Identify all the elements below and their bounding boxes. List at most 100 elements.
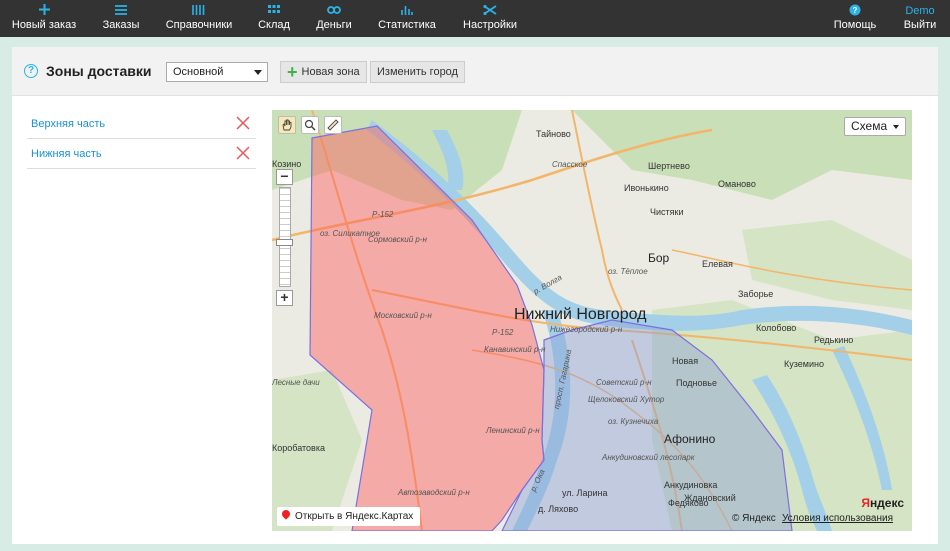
map-label-district: Канавинский р-н xyxy=(484,345,546,354)
help-icon[interactable]: ? xyxy=(24,64,38,78)
zone-link[interactable]: Нижняя часть xyxy=(31,148,102,160)
nav-money[interactable]: Деньги xyxy=(315,0,353,37)
zoom-slider[interactable] xyxy=(279,187,291,287)
map-label-road: Р-152 xyxy=(492,328,514,337)
map-label-place: Куземино xyxy=(784,359,824,369)
nav-label: Заказы xyxy=(102,19,140,31)
nav-settings[interactable]: Настройки xyxy=(462,0,518,37)
map-label-place: Спасское xyxy=(552,160,588,169)
map-label-place: Коробатовка xyxy=(272,443,325,453)
magnifier-icon xyxy=(304,119,316,131)
nav-label: Новый заказ xyxy=(11,19,77,31)
ruler-icon xyxy=(327,119,339,131)
map-label-place: Ивонькино xyxy=(624,183,669,193)
map-type-label: Схема xyxy=(851,119,888,133)
new-zone-label: Новая зона xyxy=(301,66,360,78)
close-icon[interactable] xyxy=(236,116,250,130)
new-zone-button[interactable]: + Новая зона xyxy=(280,61,367,83)
terms-of-use-link[interactable]: Условия использования xyxy=(782,513,893,524)
list-item: Верхняя часть xyxy=(27,109,256,139)
list-icon xyxy=(115,0,127,19)
map-label-place: Бор xyxy=(648,251,670,265)
map-label-place: Анкудиновский лесопарк xyxy=(602,453,695,462)
zone-list: Верхняя часть Нижняя часть xyxy=(27,109,256,169)
map-label-lake: оз. Тёплое xyxy=(608,267,648,276)
zone-link[interactable]: Верхняя часть xyxy=(31,118,105,130)
map-label-place: д. Ляхово xyxy=(538,504,579,514)
open-in-yandex-maps-label: Открыть в Яндекс.Картах xyxy=(295,511,414,522)
map-label-city: Нижний Новгород xyxy=(514,306,647,323)
grid-icon xyxy=(268,0,280,19)
close-icon[interactable] xyxy=(236,146,250,160)
coins-icon xyxy=(327,0,341,19)
nav-label: Настройки xyxy=(463,19,517,31)
zoom-slider-handle[interactable] xyxy=(276,239,293,246)
main-panel: ? Зоны доставки Основной + Новая зона Из… xyxy=(12,47,938,544)
nav-user[interactable]: Demo Выйти xyxy=(900,0,940,37)
nav-directories[interactable]: Справочники xyxy=(166,0,232,37)
map-label-place: Оманово xyxy=(718,179,756,189)
map-label-place: Колобово xyxy=(756,323,797,333)
map-copyright: © Яндекс xyxy=(732,513,776,524)
page-header: ? Зоны доставки Основной + Новая зона Из… xyxy=(12,47,938,96)
map-label-place: Шертнево xyxy=(648,161,690,171)
nav-statistics[interactable]: Статистика xyxy=(377,0,437,37)
nav-help[interactable]: ? Помощь xyxy=(834,0,876,37)
magnifier-tool-button[interactable] xyxy=(301,116,319,134)
map-label-district: Московский р-н xyxy=(374,311,432,320)
map-label-place: Щелоковский Хутор xyxy=(588,395,665,404)
map-label-place: Тайново xyxy=(536,129,571,139)
zone-set-select[interactable]: Основной xyxy=(166,62,268,82)
svg-text:?: ? xyxy=(853,6,858,15)
zoom-out-button[interactable]: − xyxy=(276,169,293,185)
change-city-label: Изменить город xyxy=(377,66,458,78)
map-label-place: Афонино xyxy=(664,432,716,446)
list-item: Нижняя часть xyxy=(27,139,256,169)
plus-icon: + xyxy=(287,62,298,82)
nav-label: Статистика xyxy=(378,19,436,31)
map-label-place: Редькино xyxy=(814,335,854,345)
map-label-district: Нижегородский р-н xyxy=(550,325,623,334)
delivery-map[interactable]: Нижний Новгород Бор Тайново Спасское Шер… xyxy=(272,110,912,531)
nav-label: Помощь xyxy=(833,19,877,31)
hand-tool-button[interactable] xyxy=(278,116,296,134)
change-city-button[interactable]: Изменить город xyxy=(370,61,465,83)
map-label-district: Советский р-н xyxy=(596,378,652,387)
nav-orders[interactable]: Заказы xyxy=(100,0,142,37)
columns-icon xyxy=(192,0,206,19)
help-icon: ? xyxy=(849,0,861,19)
bar-chart-icon xyxy=(401,0,413,19)
map-label-district: Автозаводский р-н xyxy=(398,488,470,497)
map-label-place: Елевая xyxy=(702,259,733,269)
map-label-place: Новая xyxy=(672,356,699,366)
nav-label: Деньги xyxy=(316,19,352,31)
map-label-district: Ленинский р-н xyxy=(486,426,540,435)
nav-new-order[interactable]: Новый заказ xyxy=(11,0,77,37)
select-value: Основной xyxy=(173,66,224,78)
map-type-dropdown[interactable]: Схема xyxy=(844,117,906,136)
map-label-street: ул. Ларина xyxy=(562,488,608,498)
map-label-place: Федяково xyxy=(668,498,709,508)
top-nav-bar: Новый заказ Заказы Справочники Склад Ден… xyxy=(0,0,950,37)
map-label-place: Чистяки xyxy=(650,207,684,217)
user-name: Demo xyxy=(905,5,935,17)
zoom-in-button[interactable]: + xyxy=(276,290,293,306)
map-label-place: Подновье xyxy=(676,378,717,388)
logout-link[interactable]: Выйти xyxy=(904,19,937,31)
map-label-road: Р-152 xyxy=(372,210,394,219)
page-title: Зоны доставки xyxy=(46,63,152,79)
nav-label: Справочники xyxy=(165,19,233,31)
map-label-lake: оз. Силикатное xyxy=(320,229,380,238)
ruler-tool-button[interactable] xyxy=(324,116,342,134)
wrench-icon xyxy=(483,0,497,19)
open-in-yandex-maps-button[interactable]: Открыть в Яндекс.Картах xyxy=(277,507,421,526)
chevron-down-icon xyxy=(254,70,262,75)
hand-icon xyxy=(282,119,292,131)
yandex-logo: Яндекс xyxy=(861,496,904,510)
map-label-place: Лесные дачи xyxy=(272,378,320,387)
map-label-place: Заборье xyxy=(738,289,774,299)
plus-icon xyxy=(38,0,50,19)
chevron-down-icon xyxy=(893,125,899,129)
nav-warehouse[interactable]: Склад xyxy=(256,0,292,37)
nav-label: Склад xyxy=(258,19,290,31)
